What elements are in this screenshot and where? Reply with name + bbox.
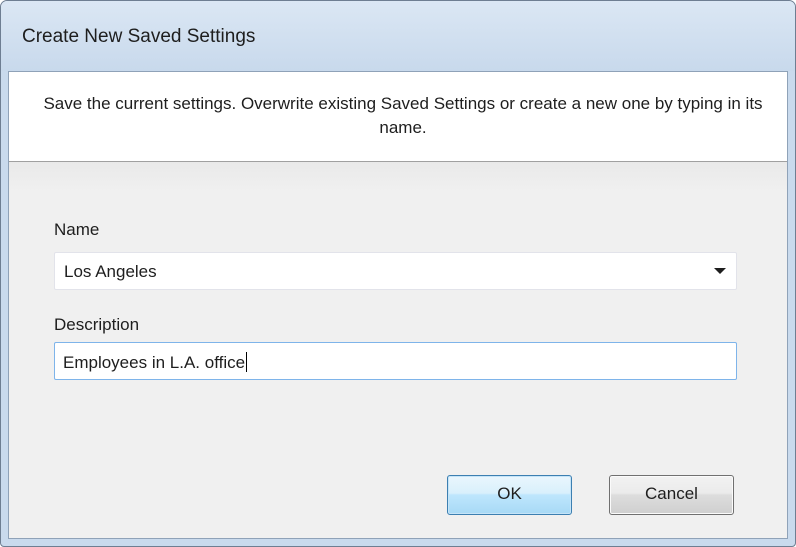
window-title: Create New Saved Settings xyxy=(22,26,256,47)
description-input[interactable]: Employees in L.A. office xyxy=(54,342,737,380)
cancel-button[interactable]: Cancel xyxy=(609,475,734,515)
title-bar[interactable]: Create New Saved Settings xyxy=(1,1,795,71)
name-combobox[interactable]: Los Angeles xyxy=(54,252,737,290)
name-combobox-value[interactable]: Los Angeles xyxy=(64,262,157,282)
chevron-down-icon[interactable] xyxy=(714,268,726,274)
description-input-value[interactable]: Employees in L.A. office xyxy=(63,352,248,373)
header-panel: Save the current settings. Overwrite exi… xyxy=(9,72,787,162)
header-message: Save the current settings. Overwrite exi… xyxy=(43,94,763,137)
dialog-window: Create New Saved Settings Save the curre… xyxy=(0,0,796,547)
description-text[interactable]: Employees in L.A. office xyxy=(63,353,245,372)
dialog-content: Save the current settings. Overwrite exi… xyxy=(8,71,788,539)
text-caret xyxy=(246,352,248,372)
ok-button[interactable]: OK xyxy=(447,475,572,515)
name-label: Name xyxy=(54,220,100,239)
description-label: Description xyxy=(54,315,140,334)
